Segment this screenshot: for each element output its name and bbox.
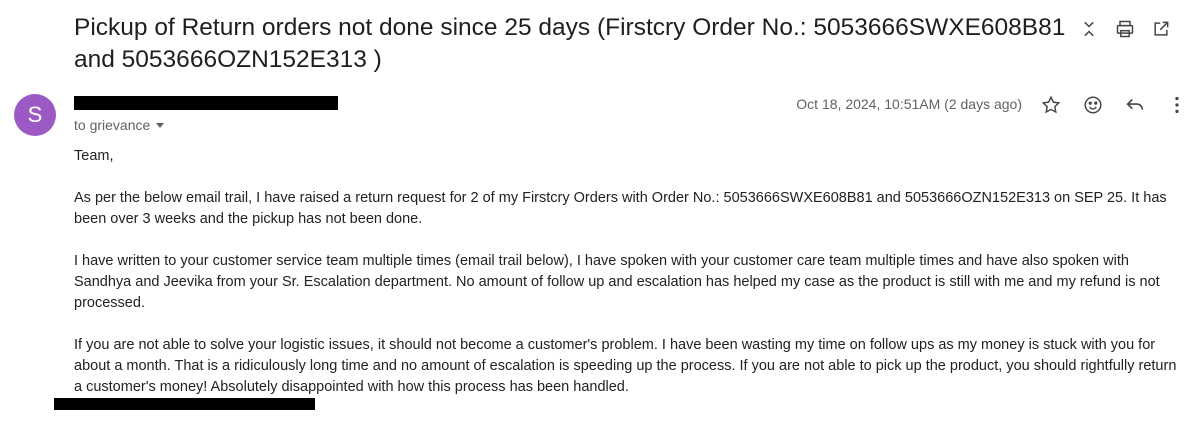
recipient-dropdown[interactable]: to grievance bbox=[74, 117, 165, 133]
email-paragraph: As per the below email trail, I have rai… bbox=[74, 190, 1167, 227]
email-paragraph: If you are not able to solve your logist… bbox=[74, 337, 1177, 395]
avatar-initial: S bbox=[27, 102, 43, 127]
email-date: Oct 18, 2024, 10:51AM (2 days ago) bbox=[796, 96, 1022, 112]
more-options-icon[interactable] bbox=[1162, 90, 1192, 120]
thread-toolbar bbox=[1074, 14, 1176, 44]
recipient-label: to grievance bbox=[74, 117, 151, 133]
redacted-sender-name bbox=[74, 96, 338, 110]
email-body: Team, As per the below email trail, I ha… bbox=[74, 146, 1184, 419]
message-actions bbox=[1036, 90, 1192, 120]
reply-icon[interactable] bbox=[1120, 90, 1150, 120]
collapse-icon[interactable] bbox=[1074, 14, 1104, 44]
chevron-down-icon bbox=[156, 122, 165, 128]
email-greeting: Team, bbox=[74, 148, 114, 164]
email-paragraph: I have written to your customer service … bbox=[74, 253, 1160, 311]
email-subject: Pickup of Return orders not done since 2… bbox=[74, 14, 1066, 73]
star-icon[interactable] bbox=[1036, 90, 1066, 120]
emoji-reaction-icon[interactable] bbox=[1078, 90, 1108, 120]
open-in-new-window-icon[interactable] bbox=[1146, 14, 1176, 44]
sender-avatar[interactable]: S bbox=[14, 94, 56, 136]
redacted-signature bbox=[54, 398, 315, 410]
print-icon[interactable] bbox=[1110, 14, 1140, 44]
